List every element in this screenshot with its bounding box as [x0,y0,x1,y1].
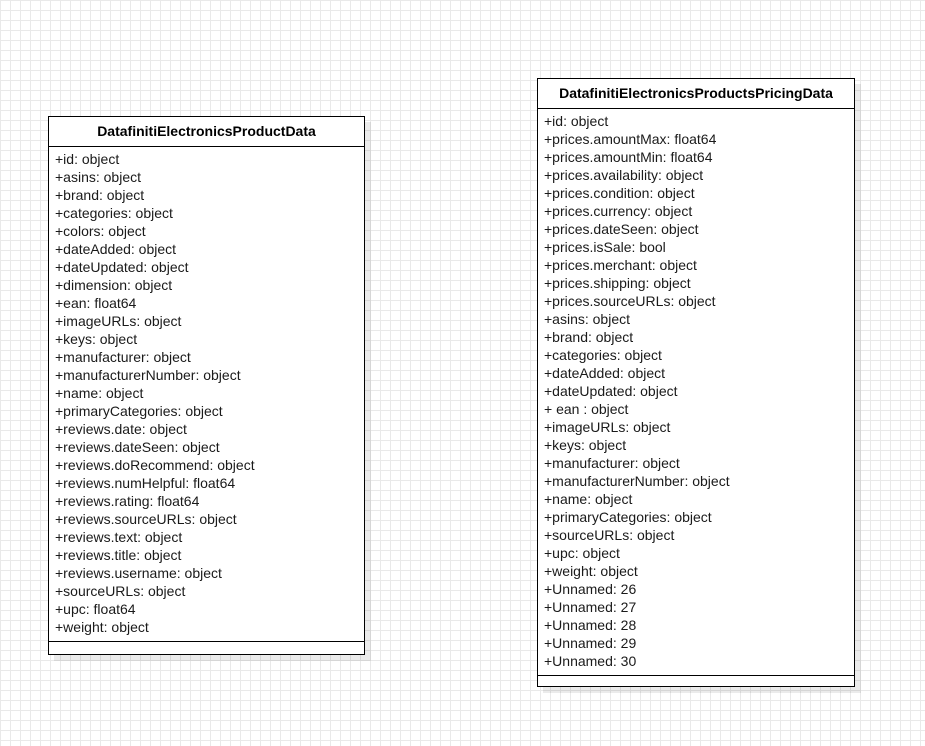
attribute-row: +reviews.numHelpful: float64 [55,475,236,491]
attribute-row: +dateUpdated: object [544,383,678,399]
attribute-row: +prices.amountMin: float64 [544,149,713,165]
attribute-row: +Unnamed: 28 [544,617,637,633]
attribute-row: +dateAdded: object [544,365,666,381]
attribute-row: +manufacturerNumber: object [55,367,241,383]
attribute-row: +manufacturer: object [55,349,191,365]
attribute-row: +reviews.doRecommend: object [55,457,255,473]
attribute-row: +prices.merchant: object [544,257,697,273]
attribute-row: +asins: object [544,311,630,327]
attribute-row: +reviews.username: object [55,565,222,581]
attribute-row: +prices.sourceURLs: object [544,293,716,309]
attribute-row: +name: object [55,385,144,401]
attribute-row: +imageURLs: object [544,419,671,435]
attribute-row: +dimension: object [55,277,173,293]
attribute-row: +Unnamed: 30 [544,653,637,669]
uml-class-pricing-data[interactable]: DatafinitiElectronicsProductsPricingData… [537,78,855,687]
attribute-list: +id: object +asins: object +brand: object +… [49,147,364,642]
attribute-row: +Unnamed: 26 [544,581,637,597]
method-compartment [538,676,854,686]
attribute-row: +dateAdded: object [55,241,177,257]
attribute-row: +manufacturerNumber: object [544,473,730,489]
attribute-row: +categories: object [55,205,173,221]
attribute-row: +primaryCategories: object [544,509,712,525]
attribute-row: +reviews.sourceURLs: object [55,511,237,527]
attribute-row: +primaryCategories: object [55,403,223,419]
attribute-row: +sourceURLs: object [55,583,186,599]
attribute-row: +upc: float64 [55,601,136,617]
attribute-row: +imageURLs: object [55,313,182,329]
attribute-row: +reviews.title: object [55,547,182,563]
attribute-row: +dateUpdated: object [55,259,189,275]
attribute-row: +Unnamed: 27 [544,599,637,615]
attribute-row: +prices.isSale: bool [544,239,666,255]
attribute-row: +reviews.text: object [55,529,183,545]
class-name: DatafinitiElectronicsProductData [49,117,364,147]
uml-class-product-data[interactable]: DatafinitiElectronicsProductData +id: ob… [48,116,365,655]
attribute-row: +keys: object [55,331,138,347]
attribute-row: +weight: object [544,563,638,579]
attribute-row: +prices.amountMax: float64 [544,131,717,147]
attribute-row: +prices.availability: object [544,167,704,183]
attribute-row: +ean: float64 [55,295,137,311]
attribute-row: +reviews.date: object [55,421,187,437]
attribute-row: +reviews.dateSeen: object [55,439,220,455]
attribute-row: +manufacturer: object [544,455,680,471]
attribute-row: +prices.dateSeen: object [544,221,699,237]
attribute-row: +name: object [544,491,633,507]
attribute-row: +asins: object [55,169,141,185]
attribute-row: +keys: object [544,437,627,453]
attribute-row: +reviews.rating: float64 [55,493,200,509]
attribute-row: +prices.currency: object [544,203,693,219]
attribute-row: +prices.shipping: object [544,275,691,291]
attribute-row: +prices.condition: object [544,185,695,201]
method-compartment [49,642,364,652]
attribute-row: +Unnamed: 29 [544,635,637,651]
attribute-list: +id: object +prices.amountMax: float64 +pr… [538,109,854,676]
attribute-row: +upc: object [544,545,620,561]
attribute-row: +brand: object [544,329,634,345]
attribute-row: + ean : object [544,401,629,417]
attribute-row: +id: object [544,113,609,129]
attribute-row: +id: object [55,151,120,167]
class-name: DatafinitiElectronicsProductsPricingData [538,79,854,109]
attribute-row: +categories: object [544,347,662,363]
attribute-row: +colors: object [55,223,146,239]
attribute-row: +sourceURLs: object [544,527,675,543]
attribute-row: +brand: object [55,187,145,203]
attribute-row: +weight: object [55,619,149,635]
